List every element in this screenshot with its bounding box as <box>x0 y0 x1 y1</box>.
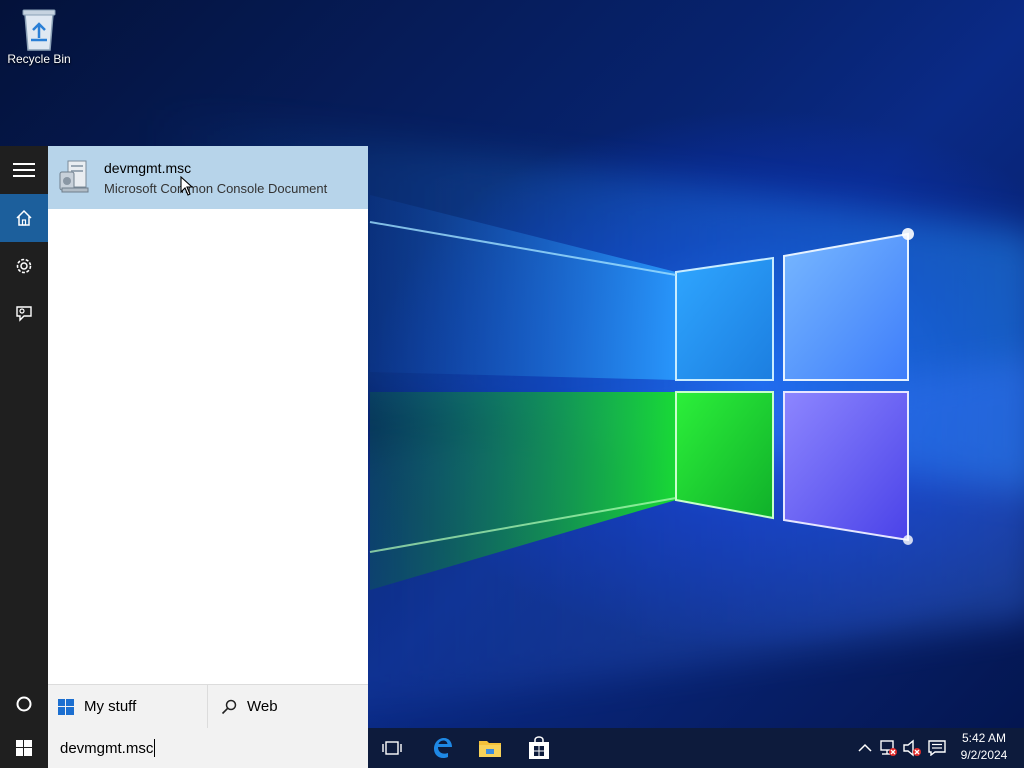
volume-muted-icon <box>903 739 921 757</box>
cortana-circle-icon <box>16 696 32 712</box>
task-view-button[interactable] <box>368 728 416 768</box>
search-icon <box>221 699 237 714</box>
volume-button[interactable] <box>900 728 924 768</box>
start-rail <box>0 146 48 728</box>
result-title: devmgmt.msc <box>104 160 192 176</box>
taskbar-search-input[interactable]: devmgmt.msc <box>48 728 368 768</box>
folder-icon <box>479 741 501 757</box>
result-subtitle: Microsoft Common Console Document <box>104 181 328 196</box>
taskbar: devmgmt.msc 5:42 AM 9/2/2024 <box>0 728 1024 768</box>
search-scope-bar: My stuff Web <box>48 684 368 728</box>
task-view-icon <box>382 741 402 755</box>
show-hidden-icons-button[interactable] <box>854 728 876 768</box>
my-stuff-button[interactable]: My stuff <box>48 685 208 728</box>
text-caret <box>154 739 156 757</box>
mouse-pointer-icon <box>180 176 194 196</box>
recycle-bin-desktop-icon[interactable]: Recycle Bin <box>4 6 74 66</box>
search-input-text: devmgmt.msc <box>60 739 154 757</box>
edge-icon <box>434 738 452 759</box>
best-match-result[interactable]: devmgmt.msc Microsoft Common Console Doc… <box>48 146 368 209</box>
web-label: Web <box>247 698 278 715</box>
recycle-bin-label: Recycle Bin <box>7 52 71 66</box>
start-button[interactable] <box>0 728 48 768</box>
cortana-button[interactable] <box>0 680 48 728</box>
edge-button[interactable] <box>418 728 466 768</box>
clock-button[interactable]: 5:42 AM 9/2/2024 <box>952 730 1016 766</box>
file-explorer-button[interactable] <box>466 728 514 768</box>
notification-icon <box>928 740 946 756</box>
network-disconnected-icon <box>880 740 897 756</box>
clock-time: 5:42 AM <box>961 731 1007 745</box>
home-icon <box>16 209 32 226</box>
home-button[interactable] <box>0 194 48 242</box>
web-button[interactable]: Web <box>209 685 368 728</box>
windows-logo-icon <box>58 698 74 715</box>
hamburger-menu-button[interactable] <box>0 146 48 194</box>
action-center-button[interactable] <box>924 728 950 768</box>
feedback-button[interactable] <box>0 290 48 338</box>
search-results-pane: devmgmt.msc Microsoft Common Console Doc… <box>48 146 368 684</box>
store-button[interactable] <box>515 728 563 768</box>
store-icon <box>529 736 549 759</box>
settings-button[interactable] <box>0 242 48 290</box>
network-button[interactable] <box>876 728 900 768</box>
feedback-icon <box>16 306 32 322</box>
recycle-bin-icon <box>19 6 59 52</box>
my-stuff-label: My stuff <box>84 698 137 715</box>
hamburger-icon <box>13 163 35 177</box>
msc-document-icon <box>58 158 92 194</box>
windows-start-icon <box>16 740 32 756</box>
clock-date: 9/2/2024 <box>960 748 1008 762</box>
gear-icon <box>16 258 32 274</box>
chevron-up-icon <box>858 743 872 752</box>
